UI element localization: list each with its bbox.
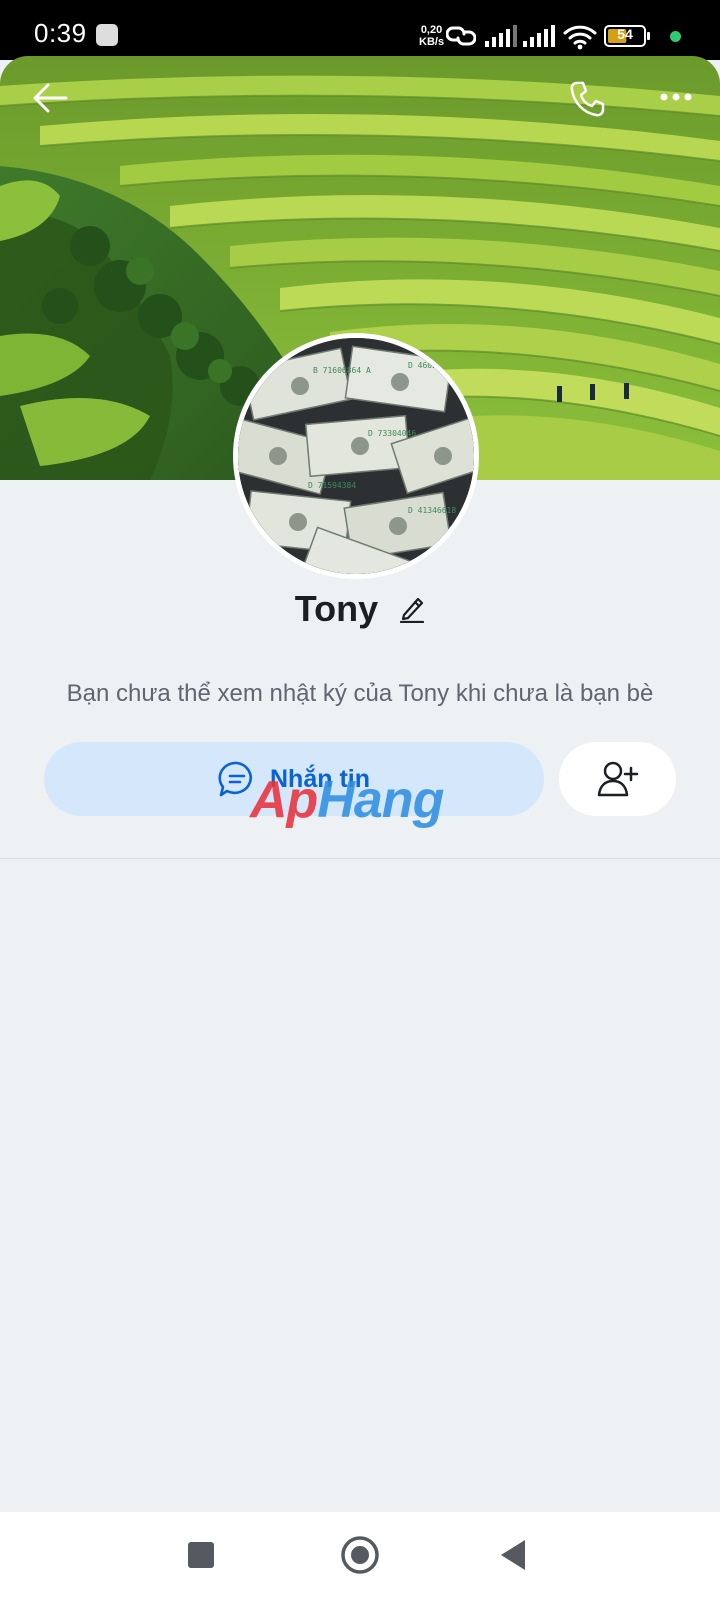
svg-text:B 71606864 A: B 71606864 A (313, 366, 371, 375)
section-divider (0, 858, 720, 859)
recents-button[interactable] (187, 1541, 215, 1569)
link-icon (446, 26, 476, 46)
pencil-icon[interactable] (399, 595, 425, 623)
network-speed-unit: KB/s (419, 36, 445, 48)
system-back-button[interactable] (498, 1538, 528, 1572)
home-button[interactable] (340, 1535, 380, 1575)
svg-text:D 73304046: D 73304046 (368, 429, 416, 438)
watermark-logo: ApHang (250, 770, 444, 830)
profile-screen: 0:39 0,20 KB/s 54 B 71606864 A D 4602898… (0, 0, 720, 1600)
battery-icon: 54 (604, 25, 650, 47)
status-bar: 0:39 0,20 KB/s 54 (0, 0, 720, 60)
privacy-dot-icon (670, 31, 681, 42)
add-friend-button[interactable] (559, 742, 676, 816)
watermark-part2: Hang (317, 771, 444, 829)
profile-name-row: Tony (0, 588, 720, 638)
add-user-icon (597, 761, 638, 797)
network-speed-value: 0,20 (420, 24, 443, 36)
status-time: 0:39 (34, 18, 87, 48)
signal-icon-2 (523, 25, 555, 47)
system-navigation-bar (0, 1512, 720, 1600)
battery-level: 54 (617, 26, 633, 42)
more-options-button[interactable] (660, 92, 692, 102)
avatar[interactable]: B 71606864 A D 46028984 D 73304046 D 715… (233, 333, 479, 579)
back-button[interactable] (32, 82, 70, 114)
call-button[interactable] (568, 80, 606, 118)
privacy-info-text: Bạn chưa thể xem nhật ký của Tony khi ch… (66, 680, 654, 707)
notification-app-icon (96, 24, 118, 46)
profile-name: Tony (294, 588, 379, 629)
svg-text:D 71594384: D 71594384 (308, 481, 356, 490)
avatar-image: B 71606864 A D 46028984 D 73304046 D 715… (238, 338, 474, 574)
network-speed: 0,20 KB/s (419, 24, 444, 48)
svg-text:D 41346618: D 41346618 (408, 506, 456, 515)
watermark-part1: Ap (250, 771, 318, 829)
signal-icon (485, 25, 517, 47)
wifi-icon (563, 25, 597, 50)
